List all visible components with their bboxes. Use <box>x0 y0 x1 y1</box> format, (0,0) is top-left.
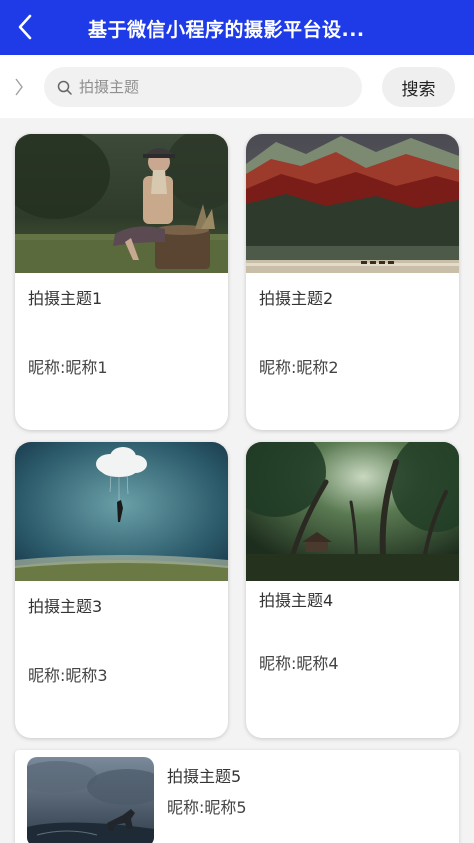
search-field[interactable] <box>44 67 362 107</box>
photo-thumbnail <box>246 442 459 581</box>
photo-title: 拍摄主题5 <box>167 767 242 786</box>
header-bar: 基于微信小程序的摄影平台设... <box>0 0 474 55</box>
search-input[interactable] <box>79 78 329 96</box>
photo-nickname: 昵称:昵称5 <box>167 798 247 817</box>
search-icon <box>57 80 72 95</box>
photo-nickname: 昵称:昵称4 <box>259 654 339 673</box>
photo-card[interactable]: 拍摄主题2 昵称:昵称2 <box>246 134 459 430</box>
photo-nickname: 昵称:昵称2 <box>259 358 339 377</box>
photo-card[interactable]: 拍摄主题1 昵称:昵称1 <box>15 134 228 430</box>
photo-thumbnail <box>15 134 228 273</box>
search-button[interactable]: 搜索 <box>382 67 455 107</box>
photo-thumbnail <box>246 134 459 273</box>
back-button[interactable] <box>12 12 38 42</box>
photo-thumbnail <box>27 757 154 843</box>
photo-thumbnail <box>15 442 228 581</box>
page-title: 基于微信小程序的摄影平台设... <box>88 19 365 41</box>
photo-card[interactable]: 拍摄主题4 昵称:昵称4 <box>246 442 459 738</box>
photo-list-item[interactable]: 拍摄主题5 昵称:昵称5 <box>15 750 459 843</box>
photo-nickname: 昵称:昵称1 <box>28 358 108 377</box>
photo-title: 拍摄主题3 <box>28 597 103 616</box>
photo-title: 拍摄主题4 <box>259 591 334 610</box>
back-arrow-icon <box>18 14 32 40</box>
photo-title: 拍摄主题1 <box>28 289 103 308</box>
photo-title: 拍摄主题2 <box>259 289 334 308</box>
photo-nickname: 昵称:昵称3 <box>28 666 108 685</box>
chevron-right-icon[interactable] <box>10 77 28 97</box>
photo-card[interactable]: 拍摄主题3 昵称:昵称3 <box>15 442 228 738</box>
